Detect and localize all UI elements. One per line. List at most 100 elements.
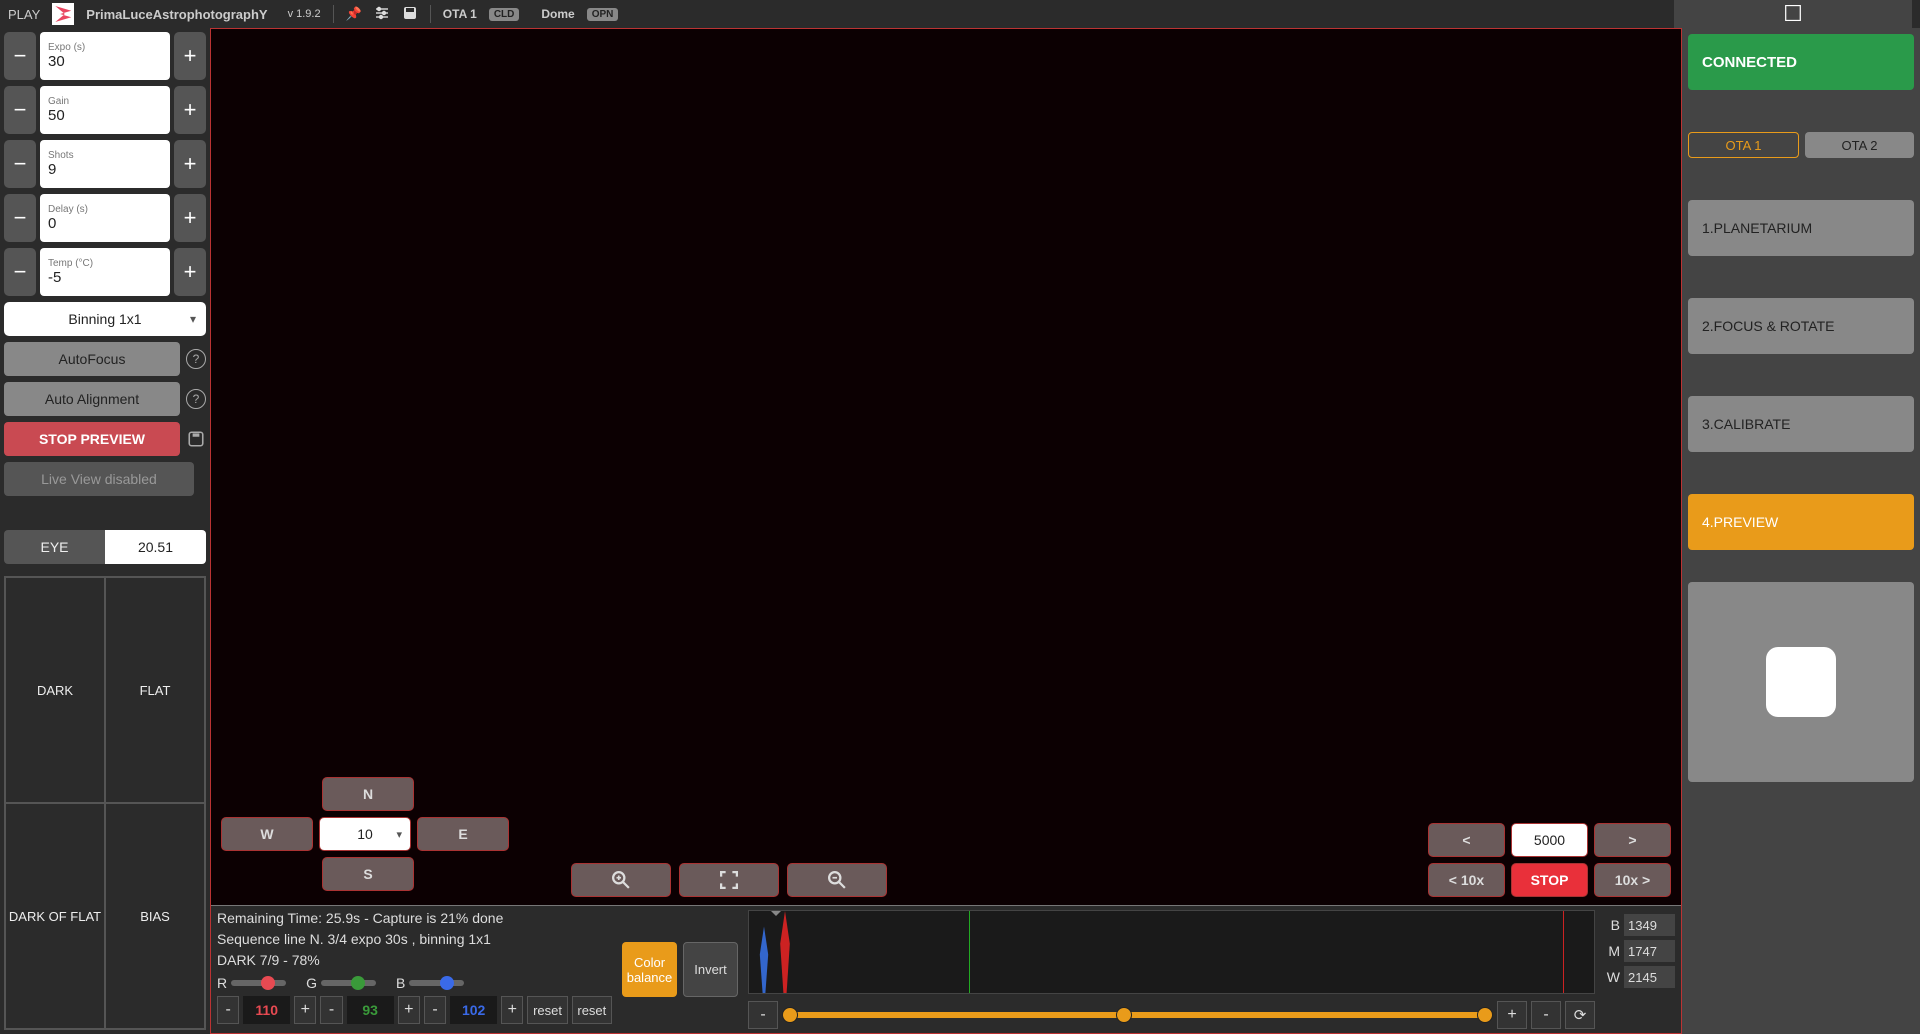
app-name: PrimaLuceAstrophotographY	[86, 7, 267, 22]
app-version: v 1.9.2	[288, 8, 321, 20]
histogram[interactable]	[748, 910, 1595, 994]
range-plus[interactable]: +	[1497, 1001, 1527, 1029]
live-view-button: Live View disabled	[4, 462, 194, 496]
stat-w-value: 2145	[1624, 966, 1675, 988]
focus-lt10-button[interactable]: < 10x	[1428, 863, 1505, 897]
shots-label: Shots	[48, 150, 162, 161]
r-slider[interactable]	[231, 980, 286, 986]
range-minus[interactable]: -	[748, 1001, 778, 1029]
b-minus[interactable]: -	[424, 996, 446, 1024]
west-button[interactable]: W	[221, 817, 313, 851]
settings-icon[interactable]	[374, 5, 390, 24]
expo-value[interactable]: 30	[48, 53, 162, 70]
temp-minus[interactable]: −	[4, 248, 36, 296]
g-slider-label: G	[306, 975, 317, 991]
g-slider[interactable]	[321, 980, 376, 986]
temp-plus[interactable]: +	[174, 248, 206, 296]
range-slider[interactable]	[782, 1012, 1493, 1018]
delay-minus[interactable]: −	[4, 194, 36, 242]
r-minus[interactable]: -	[217, 996, 239, 1024]
expo-minus[interactable]: −	[4, 32, 36, 80]
zoom-out-button[interactable]	[787, 863, 887, 897]
gain-plus[interactable]: +	[174, 86, 206, 134]
nav-calibrate[interactable]: 3.CALIBRATE	[1688, 396, 1914, 452]
left-sidebar: − Expo (s)30 + − Gain50 + − Shots9 + − D…	[0, 28, 210, 1034]
center-area: N W 10▾ E S < 5000 > <	[210, 28, 1682, 1034]
ota2-tab[interactable]: OTA 2	[1805, 132, 1914, 158]
maximize-icon[interactable]: ☐	[1783, 1, 1803, 27]
sequence-info-text: Sequence line N. 3/4 expo 30s , binning …	[217, 931, 612, 947]
reset-rgb-button[interactable]: reset	[527, 996, 567, 1024]
stat-m-value: 1747	[1624, 940, 1675, 962]
bias-button[interactable]: BIAS	[105, 803, 205, 1029]
focus-lt-button[interactable]: <	[1428, 823, 1505, 857]
start-button[interactable]	[1766, 647, 1836, 717]
focus-stop-button[interactable]: STOP	[1511, 863, 1588, 897]
nav-focus-rotate[interactable]: 2.FOCUS & ROTATE	[1688, 298, 1914, 354]
g-minus[interactable]: -	[320, 996, 342, 1024]
nav-preview[interactable]: 4.PREVIEW	[1688, 494, 1914, 550]
zoom-in-button[interactable]	[571, 863, 671, 897]
right-panel: CONNECTED OTA 1 OTA 2 1.PLANETARIUM 2.FO…	[1682, 28, 1920, 1034]
nav-planetarium[interactable]: 1.PLANETARIUM	[1688, 200, 1914, 256]
refresh-icon[interactable]: ⟳	[1565, 1001, 1595, 1029]
pin-icon[interactable]: 📌	[346, 6, 362, 22]
expo-plus[interactable]: +	[174, 32, 206, 80]
eye-value[interactable]: 20.51	[105, 530, 206, 564]
invert-button[interactable]: Invert	[683, 942, 738, 997]
temp-stepper: − Temp (°C)-5 +	[4, 248, 206, 296]
ota1-tab[interactable]: OTA 1	[1688, 132, 1799, 158]
save-preview-icon[interactable]	[186, 429, 206, 449]
autofocus-button[interactable]: AutoFocus	[4, 342, 180, 376]
direction-pad: N W 10▾ E S	[221, 777, 509, 897]
reset-all-button[interactable]: reset	[572, 996, 612, 1024]
r-plus[interactable]: +	[294, 996, 316, 1024]
shots-plus[interactable]: +	[174, 140, 206, 188]
chevron-down-icon: ▾	[396, 828, 402, 841]
gain-stepper: − Gain50 +	[4, 86, 206, 134]
speed-select[interactable]: 10▾	[319, 817, 411, 851]
delay-value[interactable]: 0	[48, 215, 162, 232]
status-bar: Remaining Time: 25.9s - Capture is 21% d…	[211, 905, 1681, 1033]
gain-minus[interactable]: −	[4, 86, 36, 134]
stop-preview-button[interactable]: STOP PREVIEW	[4, 422, 180, 456]
zoom-bar	[571, 863, 887, 897]
auto-alignment-button[interactable]: Auto Alignment	[4, 382, 180, 416]
save-icon[interactable]	[402, 5, 418, 24]
zoom-fit-button[interactable]	[679, 863, 779, 897]
focus-value-input[interactable]: 5000	[1511, 823, 1588, 857]
dark-button[interactable]: DARK	[5, 577, 105, 803]
binning-value: Binning 1x1	[68, 311, 141, 327]
north-button[interactable]: N	[322, 777, 414, 811]
focus-gt-button[interactable]: >	[1594, 823, 1671, 857]
delay-plus[interactable]: +	[174, 194, 206, 242]
r-slider-label: R	[217, 975, 227, 991]
preview-image[interactable]: N W 10▾ E S < 5000 > <	[211, 29, 1681, 905]
focus-gt10-button[interactable]: 10x >	[1594, 863, 1671, 897]
flat-button[interactable]: FLAT	[105, 577, 205, 803]
titlebar-ota-badge: CLD	[489, 8, 520, 21]
shots-value[interactable]: 9	[48, 161, 162, 178]
gain-value[interactable]: 50	[48, 107, 162, 124]
gain-label: Gain	[48, 96, 162, 107]
b-slider-label: B	[396, 975, 405, 991]
connection-status[interactable]: CONNECTED	[1688, 34, 1914, 90]
b-slider[interactable]	[409, 980, 464, 986]
temp-value[interactable]: -5	[48, 269, 162, 286]
auto-alignment-help-icon[interactable]: ?	[186, 389, 206, 409]
expo-stepper: − Expo (s)30 +	[4, 32, 206, 80]
b-plus[interactable]: +	[501, 996, 523, 1024]
color-balance-button[interactable]: Color balance	[622, 942, 677, 997]
dark-of-flat-button[interactable]: DARK OF FLAT	[5, 803, 105, 1029]
binning-select[interactable]: Binning 1x1 ▾	[4, 302, 206, 336]
stat-m-label: M	[1605, 943, 1620, 959]
titlebar: PLAY PrimaLuceAstrophotographY v 1.9.2 📌…	[0, 0, 1920, 28]
range-minus2[interactable]: -	[1531, 1001, 1561, 1029]
east-button[interactable]: E	[417, 817, 509, 851]
south-button[interactable]: S	[322, 857, 414, 891]
g-plus[interactable]: +	[398, 996, 420, 1024]
remaining-time-text: Remaining Time: 25.9s - Capture is 21% d…	[217, 910, 612, 926]
shots-minus[interactable]: −	[4, 140, 36, 188]
delay-stepper: − Delay (s)0 +	[4, 194, 206, 242]
autofocus-help-icon[interactable]: ?	[186, 349, 206, 369]
